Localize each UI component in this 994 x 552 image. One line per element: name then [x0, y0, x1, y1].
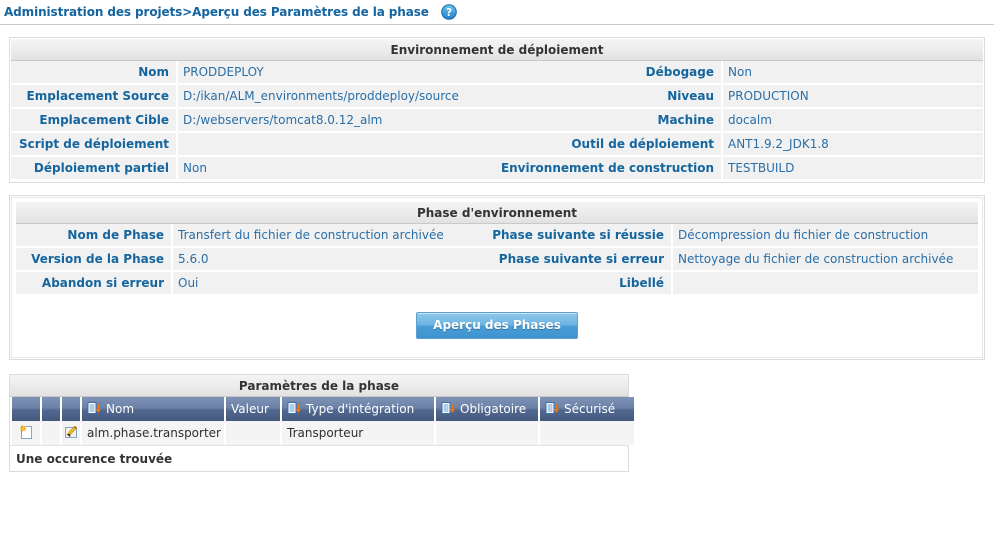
field-label-phase-suivante-erreur: Phase suivante si erreur — [481, 248, 671, 272]
new-document-icon[interactable] — [18, 424, 34, 443]
field-value-machine: docalm — [721, 109, 983, 133]
help-circle-icon[interactable]: ? — [441, 4, 457, 20]
phase-action-row: Aperçu des Phases — [16, 296, 978, 353]
field-label-emplacement-cible: Emplacement Cible — [11, 109, 176, 133]
field-value-deploiement-partiel: Non — [176, 157, 489, 181]
field-label-environnement-construction: Environnement de construction — [489, 157, 721, 181]
column-header-label: Obligatoire — [460, 402, 527, 416]
field-value-debogage: Non — [721, 61, 983, 85]
column-header-label: Sécurisé — [564, 402, 616, 416]
deployment-environment-panel: Environnement de déploiement Nom PRODDEP… — [9, 37, 985, 183]
cell-nom: alm.phase.transporter — [82, 421, 224, 445]
field-value-emplacement-cible: D:/webservers/tomcat8.0.12_alm — [176, 109, 489, 133]
column-header-edit[interactable] — [62, 397, 80, 421]
breadcrumb[interactable]: Administration des projets>Aperçu des Pa… — [4, 5, 429, 19]
field-value-phase-suivante-erreur: Nettoyage du fichier de construction arc… — [671, 248, 978, 272]
field-value-libelle — [671, 272, 978, 296]
environment-phase-grid: Nom de Phase Transfert du fichier de con… — [16, 224, 978, 296]
cell-securise — [540, 421, 634, 445]
cell-type-integration: Transporteur — [282, 421, 434, 445]
environment-phase-inner: Phase d'environnement Nom de Phase Trans… — [11, 197, 983, 358]
column-header-valeur: Valeur — [226, 397, 280, 421]
column-header-securise[interactable]: Sécurisé — [540, 397, 634, 421]
column-header-label: Nom — [106, 402, 135, 416]
field-label-debogage: Débogage — [489, 61, 721, 85]
field-value-outil-deploiement: ANT1.9.2_JDK1.8 — [721, 133, 983, 157]
field-label-emplacement-source: Emplacement Source — [11, 85, 176, 109]
phase-parameters-panel: Paramètres de la phase Nom Valeur Type d… — [9, 374, 634, 472]
sort-icon[interactable] — [87, 401, 101, 418]
field-value-niveau: PRODUCTION — [721, 85, 983, 109]
field-value-nom: PRODDEPLOY — [176, 61, 489, 85]
row-new-cell[interactable] — [12, 421, 40, 445]
cell-obligatoire — [436, 421, 538, 445]
column-header-new[interactable] — [12, 397, 40, 421]
sort-icon[interactable] — [441, 401, 455, 418]
column-header-label: Type d'intégration — [306, 402, 415, 416]
column-header-obligatoire[interactable]: Obligatoire — [436, 397, 538, 421]
column-header-label: Valeur — [231, 402, 269, 416]
field-label-nom-de-phase: Nom de Phase — [16, 224, 171, 248]
field-label-nom: Nom — [11, 61, 176, 85]
field-value-abandon-si-erreur: Oui — [171, 272, 481, 296]
field-label-libelle: Libellé — [481, 272, 671, 296]
phase-parameters-table: Nom Valeur Type d'intégration Obligatoir… — [10, 397, 636, 445]
field-label-niveau: Niveau — [489, 85, 721, 109]
deployment-environment-grid: Nom PRODDEPLOY Débogage Non Emplacement … — [11, 61, 983, 181]
field-value-emplacement-source: D:/ikan/ALM_environments/proddeploy/sour… — [176, 85, 489, 109]
cell-valeur — [226, 421, 280, 445]
field-label-abandon-si-erreur: Abandon si erreur — [16, 272, 171, 296]
svg-text:?: ? — [446, 7, 452, 19]
field-label-deploiement-partiel: Déploiement partiel — [11, 157, 176, 181]
field-value-version-phase: 5.6.0 — [171, 248, 481, 272]
field-label-script-deploiement: Script de déploiement — [11, 133, 176, 157]
environment-phase-title: Phase d'environnement — [16, 202, 978, 224]
column-header-type-integration[interactable]: Type d'intégration — [282, 397, 434, 421]
field-label-outil-deploiement: Outil de déploiement — [489, 133, 721, 157]
field-value-environnement-construction: TESTBUILD — [721, 157, 983, 181]
apercu-des-phases-button[interactable]: Aperçu des Phases — [416, 312, 578, 339]
field-value-phase-suivante-reussie: Décompression du fichier de construction — [671, 224, 978, 248]
breadcrumb-bar: Administration des projets>Aperçu des Pa… — [0, 0, 994, 25]
row-spacer-cell — [42, 421, 60, 445]
edit-document-icon[interactable] — [63, 425, 79, 443]
results-count-label: Une occurence trouvée — [10, 445, 628, 471]
table-row: alm.phase.transporter Transporteur — [12, 421, 634, 445]
deployment-environment-title: Environnement de déploiement — [11, 39, 983, 61]
field-value-script-deploiement — [176, 133, 489, 157]
field-label-phase-suivante-reussie: Phase suivante si réussie — [481, 224, 671, 248]
environment-phase-panel: Phase d'environnement Nom de Phase Trans… — [9, 195, 985, 360]
field-label-version-phase: Version de la Phase — [16, 248, 171, 272]
field-label-machine: Machine — [489, 109, 721, 133]
column-header-nom[interactable]: Nom — [82, 397, 224, 421]
field-value-nom-de-phase: Transfert du fichier de construction arc… — [171, 224, 481, 248]
row-edit-cell[interactable] — [62, 421, 80, 445]
column-header-spacer-1 — [42, 397, 60, 421]
sort-icon[interactable] — [287, 401, 301, 418]
phase-parameters-title: Paramètres de la phase — [10, 375, 628, 397]
sort-icon[interactable] — [545, 401, 559, 418]
table-header-row: Nom Valeur Type d'intégration Obligatoir… — [12, 397, 634, 421]
